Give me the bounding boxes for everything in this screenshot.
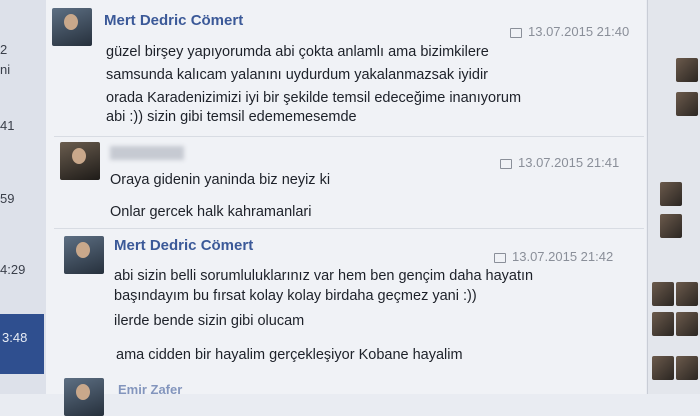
list-item-text: 41 bbox=[0, 118, 15, 133]
timestamp: 13.07.2015 21:40 bbox=[510, 24, 629, 39]
chat-thread: Mert Dedric Cömert 13.07.2015 21:40 güze… bbox=[46, 0, 646, 416]
message-line: Onlar gercek halk kahramanlari bbox=[110, 204, 312, 220]
contact-photo[interactable] bbox=[660, 182, 682, 206]
message-line: başındayım bu fırsat kolay kolay birdaha… bbox=[114, 288, 477, 304]
timestamp-text: 13.07.2015 21:42 bbox=[512, 249, 614, 264]
divider bbox=[54, 136, 644, 137]
message-icon bbox=[494, 252, 506, 263]
contact-photo[interactable] bbox=[652, 356, 674, 380]
contacts-sidebar bbox=[647, 0, 700, 394]
message-line: orada Karadenizimizi iyi bir şekilde tem… bbox=[106, 90, 522, 106]
contact-photo[interactable] bbox=[652, 282, 674, 306]
contact-photo[interactable] bbox=[652, 312, 674, 336]
message-line: güzel birşey yapıyorumda abi çokta anlam… bbox=[106, 44, 489, 60]
message-line: abi :)) sizin gibi temsil edememesemde bbox=[106, 109, 357, 125]
message-icon bbox=[510, 27, 522, 38]
avatar[interactable] bbox=[64, 378, 104, 416]
contact-photo[interactable] bbox=[676, 312, 698, 336]
sender-name[interactable]: Emir Zafer bbox=[118, 382, 182, 397]
list-item-text: 59 bbox=[0, 191, 15, 206]
conversation-list-strip: 2 ni 41 59 4:29 3:48 bbox=[0, 0, 47, 394]
divider bbox=[54, 228, 644, 229]
sender-name[interactable]: Mert Dedric Cömert bbox=[114, 237, 253, 254]
message-line: Oraya gidenin yaninda biz neyiz ki bbox=[110, 172, 331, 188]
contact-photo[interactable] bbox=[676, 92, 698, 116]
list-item-text: ni bbox=[0, 62, 11, 77]
message-line: ama cidden bir hayalim gerçekleşiyor Kob… bbox=[116, 347, 463, 363]
sender-name-blurred[interactable] bbox=[110, 146, 184, 160]
timestamp: 13.07.2015 21:41 bbox=[500, 155, 619, 170]
avatar[interactable] bbox=[52, 8, 92, 46]
contact-photo[interactable] bbox=[676, 58, 698, 82]
timestamp-text: 13.07.2015 21:41 bbox=[518, 155, 620, 170]
list-item-text: 3:48 bbox=[2, 330, 28, 345]
sender-name[interactable]: Mert Dedric Cömert bbox=[104, 12, 243, 29]
avatar[interactable] bbox=[60, 142, 100, 180]
contact-photo[interactable] bbox=[676, 282, 698, 306]
message-line: ilerde bende sizin gibi olucam bbox=[114, 313, 305, 329]
list-item-text: 4:29 bbox=[0, 262, 26, 277]
avatar[interactable] bbox=[64, 236, 104, 274]
contact-photo[interactable] bbox=[676, 356, 698, 380]
message-line: abi sizin belli sorumluluklarınız var he… bbox=[114, 268, 534, 284]
conversation-item-selected[interactable]: 3:48 bbox=[0, 314, 44, 374]
timestamp-text: 13.07.2015 21:40 bbox=[528, 24, 630, 39]
contact-photo[interactable] bbox=[660, 214, 682, 238]
list-item-text: 2 bbox=[0, 42, 8, 57]
message-line: samsunda kalıcam yalanını uydurdum yakal… bbox=[106, 67, 489, 83]
timestamp: 13.07.2015 21:42 bbox=[494, 249, 613, 264]
message-icon bbox=[500, 158, 512, 169]
